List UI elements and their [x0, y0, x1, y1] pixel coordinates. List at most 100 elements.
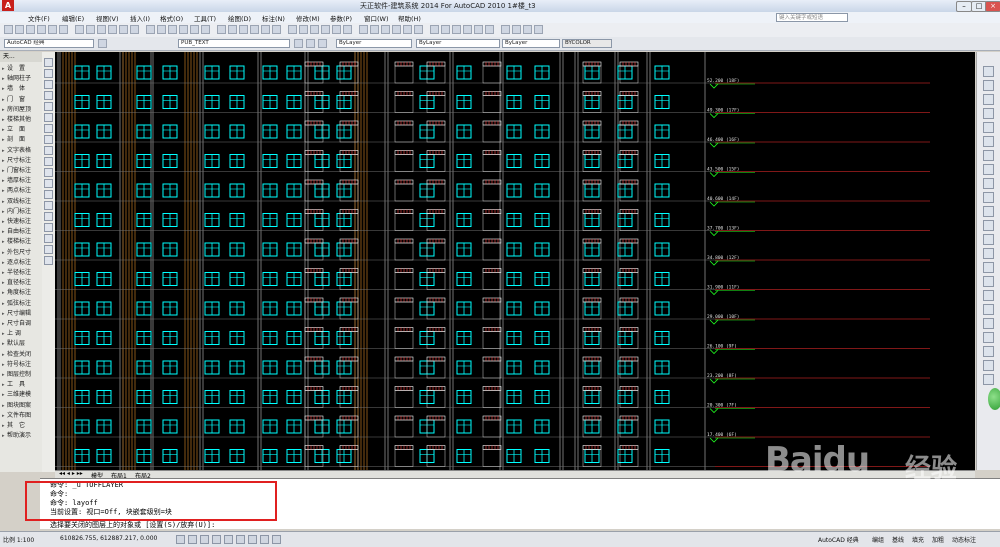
- design-center-icon[interactable]: [201, 25, 210, 34]
- palette-item[interactable]: ▸ 默认层: [2, 339, 42, 349]
- circle-icon[interactable]: [44, 124, 53, 133]
- color-combo[interactable]: ByLayer: [336, 39, 412, 48]
- gear-icon[interactable]: [98, 39, 107, 48]
- palette-item[interactable]: ▸ 立 面: [2, 125, 42, 135]
- floating-ball-icon[interactable]: [988, 388, 1000, 410]
- palette-item[interactable]: ▸ 图层控制: [2, 370, 42, 380]
- menu-draw[interactable]: 绘图(D): [228, 13, 251, 23]
- menu-help[interactable]: 帮助(H): [398, 13, 421, 23]
- linetype-combo[interactable]: ByLayer: [416, 39, 500, 48]
- bold-toggle[interactable]: 加粗: [932, 535, 944, 544]
- palette-item[interactable]: ▸ 楼梯标注: [2, 237, 42, 247]
- palette-item[interactable]: ▸ 房间屋顶: [2, 105, 42, 115]
- zoom-window-icon[interactable]: [168, 25, 177, 34]
- zoom-prev-icon[interactable]: [452, 25, 461, 34]
- grid-icon[interactable]: [188, 535, 197, 544]
- workspace-status[interactable]: AutoCAD 经典: [818, 535, 859, 544]
- steering-wheel-icon[interactable]: [983, 346, 994, 357]
- properties-icon[interactable]: [463, 25, 472, 34]
- scale-readout[interactable]: 比例 1:100: [3, 535, 34, 544]
- text-icon[interactable]: [44, 256, 53, 265]
- chamfer-icon[interactable]: [983, 262, 994, 273]
- menu-params[interactable]: 参数(P): [330, 13, 352, 23]
- palette-item[interactable]: ▸ 逐点标注: [2, 258, 42, 268]
- dyn-icon[interactable]: [260, 535, 269, 544]
- palette-item[interactable]: ▸ 直径标注: [2, 278, 42, 288]
- match-icon[interactable]: [108, 25, 117, 34]
- undo-icon[interactable]: [392, 25, 401, 34]
- insert-block-icon[interactable]: [44, 179, 53, 188]
- palette-item[interactable]: ▸ 墙 体: [2, 84, 42, 94]
- pan-nav-icon[interactable]: [983, 304, 994, 315]
- break-point-icon[interactable]: [983, 220, 994, 231]
- orbit-icon[interactable]: [983, 332, 994, 343]
- palette-item[interactable]: ▸ 其 它: [2, 421, 42, 431]
- print-icon[interactable]: [37, 25, 46, 34]
- design-center-icon[interactable]: [474, 25, 483, 34]
- offset-icon[interactable]: [983, 108, 994, 119]
- break-icon[interactable]: [983, 234, 994, 245]
- menu-insert[interactable]: 插入(I): [130, 13, 150, 23]
- ortho-icon[interactable]: [200, 535, 209, 544]
- palette-item[interactable]: ▸ 门窗标注: [2, 166, 42, 176]
- open-icon[interactable]: [288, 25, 297, 34]
- palette-item[interactable]: ▸ 自由标注: [2, 227, 42, 237]
- layer-prev-icon[interactable]: [306, 39, 315, 48]
- explode-icon[interactable]: [983, 290, 994, 301]
- minimize-button[interactable]: –: [956, 1, 972, 12]
- workspace-combo[interactable]: AutoCAD 经典: [4, 39, 94, 48]
- match-icon[interactable]: [381, 25, 390, 34]
- palette-item[interactable]: ▸ 双线标注: [2, 197, 42, 207]
- spline-icon[interactable]: [44, 146, 53, 155]
- calc-icon[interactable]: [523, 25, 532, 34]
- preview-icon[interactable]: [321, 25, 330, 34]
- ellipse-icon[interactable]: [44, 157, 53, 166]
- copy-obj-icon[interactable]: [983, 80, 994, 91]
- mirror-icon[interactable]: [983, 94, 994, 105]
- revision-cloud-icon[interactable]: [44, 135, 53, 144]
- tool-palette-icon[interactable]: [217, 25, 226, 34]
- trim-icon[interactable]: [983, 192, 994, 203]
- help-icon[interactable]: [534, 25, 543, 34]
- menu-modify[interactable]: 修改(M): [296, 13, 320, 23]
- palette-item[interactable]: ▸ 角度标注: [2, 288, 42, 298]
- layer-match-icon[interactable]: [318, 39, 327, 48]
- erase-icon[interactable]: [983, 66, 994, 77]
- sheet-set-icon[interactable]: [501, 25, 510, 34]
- palette-item[interactable]: ▸ 尺寸自调: [2, 319, 42, 329]
- stretch-icon[interactable]: [983, 178, 994, 189]
- rotate-icon[interactable]: [983, 150, 994, 161]
- copy-icon[interactable]: [86, 25, 95, 34]
- layer-state-icon[interactable]: [294, 39, 303, 48]
- palette-item[interactable]: ▸ 尺寸标注: [2, 156, 42, 166]
- pan-icon[interactable]: [414, 25, 423, 34]
- table-icon[interactable]: [44, 245, 53, 254]
- preview-icon[interactable]: [48, 25, 57, 34]
- showmotion-icon[interactable]: [983, 360, 994, 371]
- zoom-icon[interactable]: [430, 25, 439, 34]
- plotstyle-combo[interactable]: BYCOLOR: [562, 39, 612, 48]
- redo-icon[interactable]: [403, 25, 412, 34]
- markup-icon[interactable]: [512, 25, 521, 34]
- command-prompt[interactable]: 选择要关闭的图层上的对象或 [设置(S)/放弃(U)]:: [50, 520, 215, 530]
- region-icon[interactable]: [44, 234, 53, 243]
- tool-palette-icon[interactable]: [485, 25, 494, 34]
- fillet-icon[interactable]: [983, 276, 994, 287]
- make-block-icon[interactable]: [44, 190, 53, 199]
- menu-dimension[interactable]: 标注(N): [262, 13, 285, 23]
- move-icon[interactable]: [983, 136, 994, 147]
- array-icon[interactable]: [983, 122, 994, 133]
- rectangle-icon[interactable]: [44, 102, 53, 111]
- drawing-canvas[interactable]: 52.200 (18F) 49.300 (17F) 46.400 (16F) 43.5…: [55, 52, 975, 470]
- palette-item[interactable]: ▸ 检查关闭: [2, 350, 42, 360]
- paste-icon[interactable]: [97, 25, 106, 34]
- palette-item[interactable]: ▸ 楼梯其他: [2, 115, 42, 125]
- palette-item[interactable]: ▸ 尺寸编辑: [2, 309, 42, 319]
- hatch-icon[interactable]: [44, 212, 53, 221]
- polyline-icon[interactable]: [44, 80, 53, 89]
- close-button[interactable]: ×: [985, 1, 1000, 12]
- lineweight-combo[interactable]: ByLayer: [502, 39, 560, 48]
- osnap-icon[interactable]: [224, 535, 233, 544]
- palette-item[interactable]: ▸ 两点标注: [2, 186, 42, 196]
- palette-item[interactable]: ▸ 外包尺寸: [2, 248, 42, 258]
